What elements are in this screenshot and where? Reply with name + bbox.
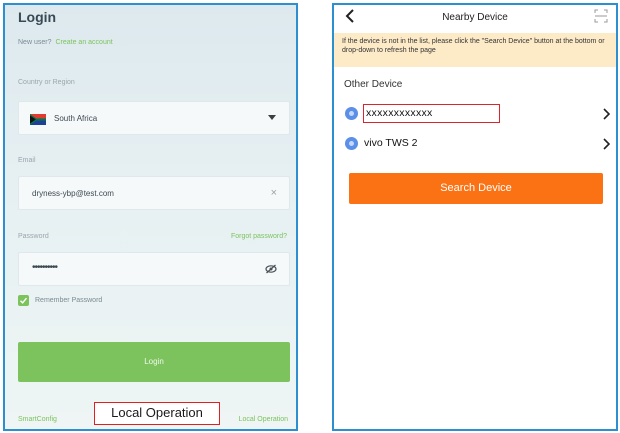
scan-icon[interactable] xyxy=(594,9,608,23)
country-value: South Africa xyxy=(54,114,98,123)
forgot-password-link[interactable]: Forgot password? xyxy=(231,233,287,240)
chevron-right-icon xyxy=(603,138,610,150)
email-value: dryness-ybp@test.com xyxy=(32,189,114,198)
device-list-item[interactable]: vivo TWS 2 xyxy=(334,133,616,155)
email-field[interactable]: dryness-ybp@test.com × xyxy=(18,176,290,210)
chevron-down-icon xyxy=(268,115,276,120)
local-operation-link[interactable]: Local Operation xyxy=(239,416,288,423)
chevron-right-icon xyxy=(603,108,610,120)
smartconfig-link[interactable]: SmartConfig xyxy=(18,416,57,423)
email-label: Email xyxy=(18,157,36,164)
password-value: •••••••••• xyxy=(32,262,58,273)
country-select[interactable]: South Africa xyxy=(18,101,290,135)
password-field[interactable]: •••••••••• xyxy=(18,252,290,286)
eye-hidden-icon[interactable] xyxy=(265,264,277,274)
refresh-notice: If the device is not in the list, please… xyxy=(334,33,616,67)
remember-checkbox[interactable] xyxy=(18,295,29,306)
clear-icon[interactable]: × xyxy=(271,187,277,199)
check-icon xyxy=(20,297,28,304)
page-title: Nearby Device xyxy=(442,12,508,23)
device-icon xyxy=(345,137,358,150)
remember-password-label: Remember Password xyxy=(35,297,103,304)
password-label: Password xyxy=(18,233,49,240)
login-screen: Login New user? Create an account Country… xyxy=(3,3,298,431)
south-africa-flag-icon xyxy=(30,114,46,125)
device-name: xxxxxxxxxxxx xyxy=(363,104,500,123)
device-icon xyxy=(345,107,358,120)
new-user-prompt: New user? Create an account xyxy=(18,39,113,46)
new-user-text: New user? xyxy=(18,39,52,46)
login-button[interactable]: Login xyxy=(18,342,290,382)
page-title: Login xyxy=(18,9,57,25)
create-account-link[interactable]: Create an account xyxy=(55,39,112,46)
search-device-button[interactable]: Search Device xyxy=(349,173,603,204)
device-list-item[interactable]: xxxxxxxxxxxx xyxy=(334,103,616,125)
nearby-device-screen: Nearby Device If the device is not in th… xyxy=(332,3,618,431)
local-operation-callout: Local Operation xyxy=(94,402,220,425)
country-label: Country or Region xyxy=(18,79,75,86)
device-name: vivo TWS 2 xyxy=(364,137,418,149)
section-title: Other Device xyxy=(344,79,403,90)
